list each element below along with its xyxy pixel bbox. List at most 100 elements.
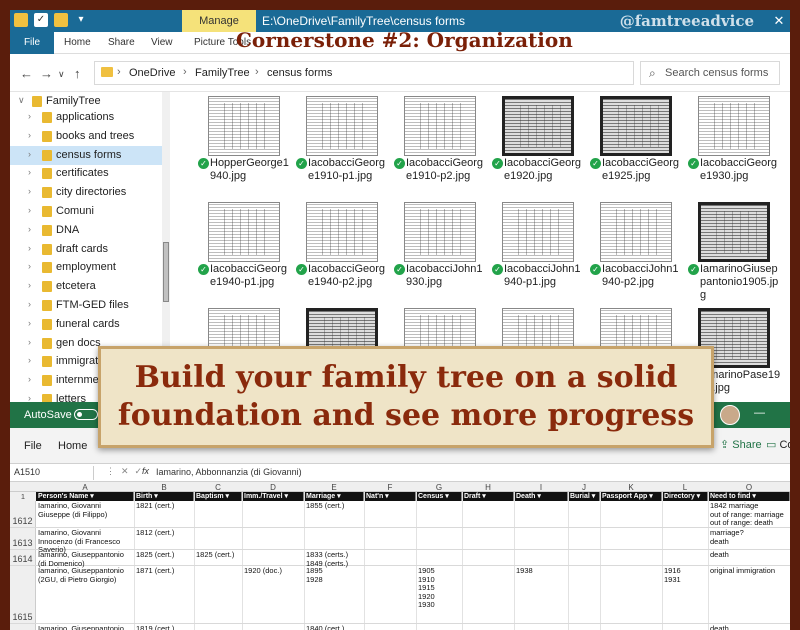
fx-icon[interactable]: fx xyxy=(142,466,149,476)
name-box[interactable]: A1510 xyxy=(14,466,94,480)
file-tile[interactable]: ✓ IacobacciJohn1940-p1.jpg xyxy=(492,200,584,305)
nav-item[interactable]: › census forms xyxy=(10,145,162,165)
file-tile[interactable]: ✓ IacobacciGeorge1910-p1.jpg xyxy=(296,94,388,199)
breadcrumb-familytree[interactable]: FamilyTree xyxy=(195,67,250,79)
table-cell[interactable]: marriage? death xyxy=(710,529,790,546)
chevron-right-icon[interactable]: › xyxy=(28,374,31,384)
header-cell[interactable]: Nat'n ▾ xyxy=(364,492,416,501)
header-cell[interactable]: Imm./Travel ▾ xyxy=(242,492,304,501)
chevron-right-icon[interactable]: › xyxy=(28,355,31,365)
file-tile[interactable]: ✓ IamarinoGiuseppantonio1905.jpg xyxy=(688,200,780,305)
column-header-c[interactable]: C xyxy=(194,483,242,492)
file-tile[interactable]: ✓ IacobacciGeorge1925.jpg xyxy=(590,94,682,199)
header-cell[interactable]: Death ▾ xyxy=(514,492,568,501)
excel-tab-file[interactable]: File xyxy=(24,440,42,452)
chevron-right-icon[interactable]: › xyxy=(28,280,31,290)
forward-arrow-icon[interactable]: → xyxy=(40,66,53,81)
table-cell[interactable]: 1855 (cert.) xyxy=(306,502,364,511)
scrollbar-thumb[interactable] xyxy=(163,242,169,302)
ribbon-tab-share[interactable]: Share xyxy=(108,37,135,48)
chevron-right-icon[interactable]: › xyxy=(28,205,31,215)
nav-item[interactable]: › etcetera xyxy=(10,277,162,296)
table-cell[interactable]: 1821 (cert.) xyxy=(136,502,194,511)
search-input[interactable]: Search census forms xyxy=(665,67,768,79)
row-number[interactable]: 1613 xyxy=(10,528,36,549)
table-row[interactable]: 1614 Iamarino, Giuseppantonio (di Domenic… xyxy=(10,550,790,567)
table-cell[interactable]: original immigration xyxy=(710,567,790,576)
table-cell[interactable]: 1920 (doc.) xyxy=(244,567,304,576)
column-header-f[interactable]: F xyxy=(364,483,416,492)
table-cell[interactable]: death xyxy=(710,551,790,560)
nav-item[interactable]: › books and trees xyxy=(10,127,162,146)
column-header-b[interactable]: B xyxy=(134,483,194,492)
table-cell[interactable]: Iamarino, Giuseppantonio (2GU, di Pietro… xyxy=(38,567,134,584)
chevron-right-icon[interactable]: › xyxy=(28,243,31,253)
chevron-right-icon[interactable]: › xyxy=(28,337,31,347)
table-cell[interactable]: 1819 (cert.) xyxy=(136,625,194,630)
header-cell[interactable]: Census ▾ xyxy=(416,492,462,501)
column-header-d[interactable]: D xyxy=(242,483,304,492)
column-header-i[interactable]: I xyxy=(514,483,568,492)
table-cell[interactable]: 1825 (cert.) xyxy=(136,551,194,560)
chevron-down-icon[interactable]: ∨ xyxy=(18,95,25,106)
file-tile[interactable]: ✓ HopperGeorge1940.jpg xyxy=(198,94,290,199)
avatar[interactable] xyxy=(720,405,740,425)
header-cell[interactable]: Draft ▾ xyxy=(462,492,514,501)
chevron-right-icon[interactable]: › xyxy=(28,224,31,234)
dropdown-arrow-icon[interactable]: ▾ xyxy=(74,13,88,27)
column-header-g[interactable]: G xyxy=(416,483,462,492)
nav-item[interactable]: › employment xyxy=(10,258,162,277)
header-cell[interactable]: Directory ▾ xyxy=(662,492,708,501)
chevron-right-icon[interactable]: › xyxy=(28,149,31,159)
header-cell[interactable]: Marriage ▾ xyxy=(304,492,364,501)
column-header-o[interactable]: O xyxy=(708,483,790,492)
comments-button[interactable]: ▭ Com xyxy=(766,438,790,451)
column-header-e[interactable]: E xyxy=(304,483,364,492)
formula-input[interactable]: Iamarino, Abbonnanzia (di Giovanni) xyxy=(156,467,302,477)
header-cell[interactable]: Need to find ▾ xyxy=(708,492,790,501)
file-tile[interactable]: ✓ IacobacciJohn1930.jpg xyxy=(394,200,486,305)
table-cell[interactable]: Iamarino, Giuseppantonio (3G, di Frances… xyxy=(38,625,134,630)
table-cell[interactable]: 1905 1910 1915 1920 1930 xyxy=(418,567,462,610)
nav-item[interactable]: › funeral cards xyxy=(10,315,162,334)
minimize-icon[interactable]: — xyxy=(754,407,765,419)
table-row[interactable]: 1612 Iamarino, Giovanni Giuseppe (di Fili… xyxy=(10,501,790,528)
table-cell[interactable]: 1842 marriage out of range: marriage out… xyxy=(710,502,790,528)
ribbon-tab-home[interactable]: Home xyxy=(64,37,91,48)
table-cell[interactable]: 1871 (cert.) xyxy=(136,567,194,576)
folder-icon[interactable] xyxy=(14,13,28,27)
file-tile[interactable]: ✓ IacobacciGeorge1940-p2.jpg xyxy=(296,200,388,305)
row-number[interactable]: 1614 xyxy=(10,550,36,565)
column-header-l[interactable]: L xyxy=(662,483,708,492)
excel-tab-home[interactable]: Home xyxy=(58,440,87,452)
chevron-right-icon[interactable]: › xyxy=(28,167,31,177)
nav-item[interactable]: › city directories xyxy=(10,183,162,202)
table-cell[interactable]: 1916 1931 xyxy=(664,567,708,584)
search-box[interactable]: ⌕ Search census forms xyxy=(640,61,780,85)
column-header-k[interactable]: K xyxy=(600,483,662,492)
chevron-right-icon[interactable]: › xyxy=(28,261,31,271)
file-tile[interactable]: ✓ IacobacciJohn1940-p2.jpg xyxy=(590,200,682,305)
breadcrumb[interactable]: › OneDrive › FamilyTree › census forms xyxy=(94,61,634,85)
nav-item[interactable]: › Comuni xyxy=(10,202,162,221)
file-tile[interactable]: ✓ IacobacciGeorge1940-p1.jpg xyxy=(198,200,290,305)
nav-item[interactable]: › FTM-GED files xyxy=(10,296,162,315)
autosave-toggle[interactable] xyxy=(74,409,98,420)
nav-item[interactable]: › draft cards xyxy=(10,240,162,259)
file-tile[interactable]: ✓ IacobacciGeorge1910-p2.jpg xyxy=(394,94,486,199)
table-cell[interactable]: 1840 (cert.) xyxy=(306,625,364,630)
up-arrow-icon[interactable]: ↑ xyxy=(74,66,81,81)
share-button[interactable]: ⇪ Share xyxy=(720,438,762,451)
file-tile[interactable]: ✓ IacobacciGeorge1920.jpg xyxy=(492,94,584,199)
table-row[interactable]: 1615 Iamarino, Giuseppantonio (2GU, di Pi… xyxy=(10,566,790,624)
row-number[interactable]: 1616 xyxy=(10,624,36,630)
nav-item[interactable]: › certificates xyxy=(10,164,162,183)
header-cell[interactable]: Passport App ▾ xyxy=(600,492,662,501)
chevron-right-icon[interactable]: › xyxy=(28,111,31,121)
table-row[interactable]: 1616Iamarino, Giuseppantonio (3G, di Fra… xyxy=(10,624,790,630)
table-cell[interactable]: Iamarino, Giovanni Giuseppe (di Filippo) xyxy=(38,502,134,519)
breadcrumb-onedrive[interactable]: OneDrive xyxy=(129,67,175,79)
header-cell[interactable]: Baptism ▾ xyxy=(194,492,242,501)
checkmark-icon[interactable]: ✓ xyxy=(34,13,48,27)
chevron-right-icon[interactable]: › xyxy=(28,130,31,140)
